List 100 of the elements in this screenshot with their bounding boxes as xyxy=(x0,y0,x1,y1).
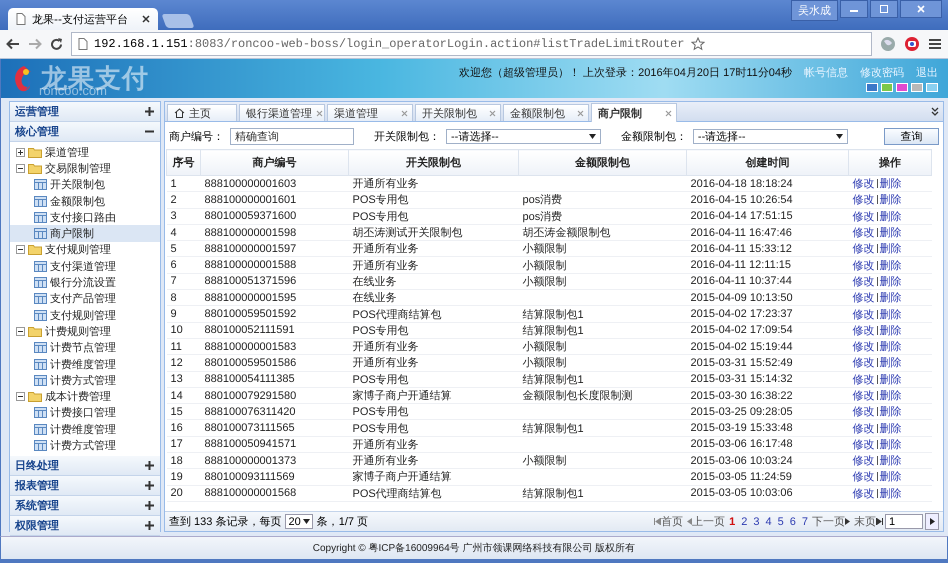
delete-link[interactable]: 删除 xyxy=(880,324,902,337)
star-icon[interactable] xyxy=(690,37,705,51)
tree-item[interactable]: 计费接口管理 xyxy=(10,404,160,422)
minimize-button[interactable] xyxy=(840,0,868,18)
theme-swatch[interactable] xyxy=(911,83,923,92)
delete-link[interactable]: 删除 xyxy=(880,488,902,500)
edit-link[interactable]: 修改 xyxy=(852,308,874,321)
delete-link[interactable]: 删除 xyxy=(880,471,902,484)
tree-item[interactable]: 银行分流设置 xyxy=(10,274,160,291)
accordion-header[interactable]: 运营管理 xyxy=(10,102,160,122)
tab[interactable]: 商户限制 xyxy=(591,103,677,122)
delete-link[interactable]: 删除 xyxy=(880,194,902,206)
expand-icon[interactable] xyxy=(145,500,154,510)
theme-swatch[interactable] xyxy=(926,83,938,92)
expand-icon[interactable] xyxy=(145,107,154,116)
extension-icon[interactable] xyxy=(904,36,920,52)
accordion-header[interactable]: 核心管理 xyxy=(10,122,160,142)
edit-link[interactable]: 修改 xyxy=(852,210,874,223)
tree-item[interactable]: 支付规则管理 xyxy=(10,306,160,324)
tree-item[interactable]: 商户限制 xyxy=(10,225,160,242)
accordion-header[interactable]: 权限管理 xyxy=(10,516,160,536)
edit-link[interactable]: 修改 xyxy=(852,292,874,304)
page-number[interactable]: 6 xyxy=(788,516,798,528)
delete-link[interactable]: 删除 xyxy=(880,357,902,370)
accordion-header[interactable]: 系统管理 xyxy=(10,496,160,516)
edit-link[interactable]: 修改 xyxy=(852,276,874,288)
edit-link[interactable]: 修改 xyxy=(852,194,874,206)
delete-link[interactable]: 删除 xyxy=(880,455,902,468)
expand-icon[interactable] xyxy=(145,520,154,530)
collapse-toggle-icon[interactable] xyxy=(16,392,25,402)
close-icon[interactable] xyxy=(142,15,150,23)
page-number-field[interactable]: 1 xyxy=(885,514,923,529)
tree-item[interactable]: 渠道管理 xyxy=(10,144,160,160)
tree-item[interactable]: 计费节点管理 xyxy=(10,340,160,356)
delete-link[interactable]: 删除 xyxy=(880,422,902,435)
expand-icon[interactable] xyxy=(145,480,154,490)
tree-item[interactable]: 计费规则管理 xyxy=(10,323,160,340)
new-tab-button[interactable] xyxy=(161,14,195,28)
theme-swatch[interactable] xyxy=(896,83,908,92)
edit-link[interactable]: 修改 xyxy=(852,390,874,402)
reload-icon[interactable] xyxy=(50,38,63,50)
tree-item[interactable]: 支付产品管理 xyxy=(10,290,160,307)
tree-item[interactable]: 交易限制管理 xyxy=(10,160,160,177)
edit-link[interactable]: 修改 xyxy=(852,341,874,354)
delete-link[interactable]: 删除 xyxy=(880,210,902,223)
search-button[interactable]: 查询 xyxy=(884,128,939,145)
tree-item[interactable]: 支付接口路由 xyxy=(10,209,160,226)
tab[interactable]: 银行渠道管理 xyxy=(239,104,325,121)
collapse-toggle-icon[interactable] xyxy=(16,245,25,254)
delete-link[interactable]: 删除 xyxy=(880,438,902,451)
edit-link[interactable]: 修改 xyxy=(852,178,874,190)
maximize-button[interactable] xyxy=(870,0,898,18)
address-bar[interactable]: 192.168.1.151:8083/roncoo-web-boss/login_operatorLogin.action#listTradeLimitRouter xyxy=(71,32,872,56)
merchant-number-field[interactable]: 精确查询 xyxy=(230,128,354,145)
page-number[interactable]: 5 xyxy=(776,516,786,528)
page-number[interactable]: 1 xyxy=(727,516,738,528)
tree-item[interactable]: 计费维度管理 xyxy=(10,421,160,438)
edit-link[interactable]: 修改 xyxy=(852,374,874,386)
tree-item[interactable]: 计费方式管理 xyxy=(10,437,160,454)
delete-link[interactable]: 删除 xyxy=(880,406,902,418)
more-tabs-icon[interactable] xyxy=(931,107,939,116)
delete-link[interactable]: 删除 xyxy=(880,276,902,288)
edit-link[interactable]: 修改 xyxy=(852,455,874,468)
page-number[interactable]: 4 xyxy=(764,516,774,528)
page-number[interactable]: 7 xyxy=(800,516,810,528)
dropdown[interactable]: --请选择-- xyxy=(692,129,848,144)
delete-link[interactable]: 删除 xyxy=(880,341,902,354)
edit-link[interactable]: 修改 xyxy=(852,260,874,272)
first-page-button[interactable]: 首页 xyxy=(654,514,684,529)
accordion-header[interactable]: 日终处理 xyxy=(10,456,160,476)
tree-item[interactable]: 成本计费管理 xyxy=(10,388,160,405)
edit-link[interactable]: 修改 xyxy=(852,406,874,418)
go-button[interactable] xyxy=(925,513,939,530)
page-number[interactable]: 3 xyxy=(751,516,762,528)
tab[interactable]: 开关限制包 xyxy=(415,104,501,121)
tree-item[interactable]: 支付渠道管理 xyxy=(10,258,160,274)
theme-swatch[interactable] xyxy=(881,83,893,92)
edit-link[interactable]: 修改 xyxy=(852,357,874,370)
edit-link[interactable]: 修改 xyxy=(852,438,874,451)
delete-link[interactable]: 删除 xyxy=(880,260,902,272)
collapse-toggle-icon[interactable] xyxy=(16,164,25,173)
next-page-button[interactable]: 下一页 xyxy=(812,514,852,529)
tree-item[interactable]: 开关限制包 xyxy=(10,176,160,193)
tab[interactable]: 金额限制包 xyxy=(503,104,589,121)
collapse-toggle-icon[interactable] xyxy=(16,326,25,336)
menu-icon[interactable] xyxy=(928,38,942,50)
back-icon[interactable] xyxy=(6,38,20,50)
edit-link[interactable]: 修改 xyxy=(852,243,874,256)
tree-item[interactable]: 金额限制包 xyxy=(10,192,160,210)
tree-item[interactable]: 计费维度管理 xyxy=(10,356,160,372)
previous-page-button[interactable]: 上一页 xyxy=(685,514,726,529)
theme-swatch[interactable] xyxy=(866,83,878,92)
delete-link[interactable]: 删除 xyxy=(880,178,902,190)
expand-icon[interactable] xyxy=(145,460,154,470)
tree-item[interactable]: 支付规则管理 xyxy=(10,242,160,258)
last-page-button[interactable]: 末页 xyxy=(854,514,883,529)
delete-link[interactable]: 删除 xyxy=(880,390,902,402)
tab[interactable]: 渠道管理 xyxy=(327,104,413,121)
page-size-dropdown[interactable]: 20 xyxy=(285,514,313,529)
edit-link[interactable]: 修改 xyxy=(852,471,874,484)
